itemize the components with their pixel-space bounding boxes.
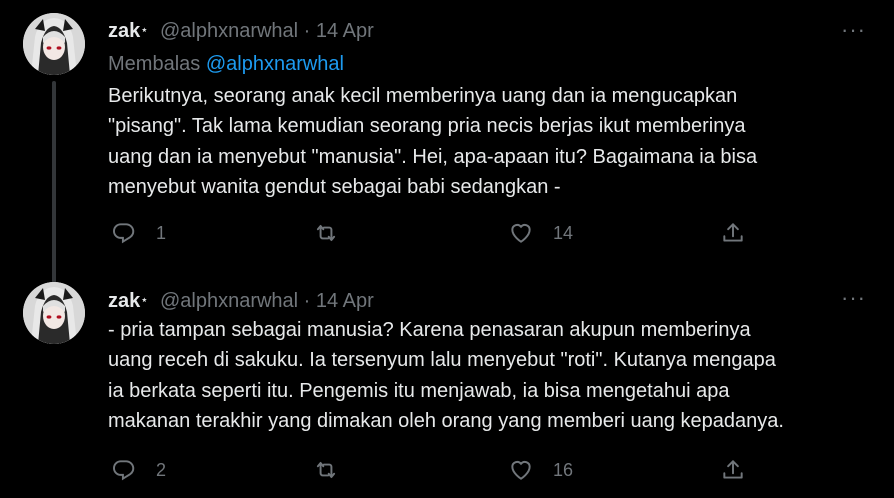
share-button[interactable] [720,218,746,248]
separator: · [303,20,311,42]
reply-icon [113,223,135,244]
author-handle[interactable]: @alphxnarwhal [160,290,298,312]
share-icon [723,460,743,479]
tweet-actions: 1 14 [108,218,868,248]
replying-to: Membalas @alphxnarwhal [108,52,344,76]
reply-button[interactable]: 1 [111,218,166,248]
avatar[interactable] [23,282,85,344]
reply-icon [113,460,135,481]
tweet-line: ia berkata seperti itu. Pengemis itu men… [108,379,730,402]
tweet-actions: 2 16 [108,455,868,485]
more-icon[interactable]: ··· [841,19,866,41]
separator: · [303,290,311,312]
author-handle[interactable]: @alphxnarwhal [160,20,298,42]
tweet-line: uang dan ia menyebut "manusia". Hei, apa… [108,145,758,168]
avatar[interactable] [23,13,85,75]
share-button[interactable] [720,455,746,485]
tweet-line: - pria tampan sebagai manusia? Karena pe… [108,319,751,341]
tweet-text: - pria tampan sebagai manusia? Karena pe… [108,315,878,436]
tweet-line: menyebut wanita gendut sebagai babi seda… [108,175,561,198]
thread-line [52,81,56,283]
tweet-date[interactable]: 14 Apr [316,20,374,42]
tweet-line: uang receh di sakuku. Ia tersenyum lalu … [108,349,776,372]
retweet-icon [316,461,336,479]
author-name[interactable]: zak [108,290,140,312]
share-icon [723,223,743,242]
like-count: 16 [553,459,574,480]
reply-count: 2 [156,459,167,480]
retweet-button[interactable] [313,218,358,248]
tweet-date[interactable]: 14 Apr [316,290,374,312]
heart-icon [511,223,531,243]
tweet-text: Berikutnya, seorang anak kecil memberiny… [108,81,878,202]
tweet-line: "pisang". Tak lama kemudian seorang pria… [108,115,746,138]
heart-icon [511,460,531,480]
replying-to-handle[interactable]: @alphxnarwhal [206,53,344,75]
retweet-button[interactable] [313,455,358,485]
retweet-icon [316,224,336,242]
replying-to-label: Membalas [108,53,201,75]
verified-badge-icon: ⋆ [140,292,149,307]
reply-count: 1 [156,222,167,243]
tweet-line: Berikutnya, seorang anak kecil memberiny… [108,85,738,107]
like-button[interactable]: 14 [508,218,573,248]
tweet-header: zak⋆ @alphxnarwhal · 14 Apr [108,288,374,313]
like-count: 14 [553,222,574,243]
more-icon[interactable]: ··· [841,287,866,309]
tweet-line: makanan terakhir yang dimakan oleh orang… [108,409,784,432]
verified-badge-icon: ⋆ [140,22,149,37]
author-name[interactable]: zak [108,20,140,42]
reply-button[interactable]: 2 [111,455,166,485]
tweet-header: zak⋆ @alphxnarwhal · 14 Apr [108,18,374,43]
like-button[interactable]: 16 [508,455,573,485]
